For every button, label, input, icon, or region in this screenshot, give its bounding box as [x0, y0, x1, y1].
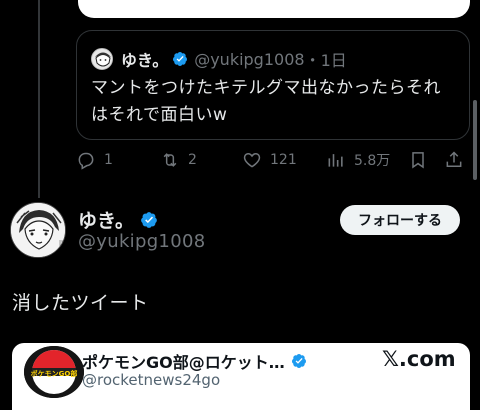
tweet-text: 消したツイート [12, 292, 149, 314]
embed-account-handle[interactable]: @rocketnews24go [82, 371, 220, 389]
avatar[interactable] [91, 48, 113, 70]
thread-connector-line [38, 0, 40, 198]
quoted-tweet-time[interactable]: ・1日 [305, 47, 347, 71]
views-icon [328, 154, 343, 167]
heart-icon [243, 152, 261, 168]
like-button[interactable]: 121 [242, 146, 297, 174]
embed-account-name-text[interactable]: ポケモンGO部@ロケット… [82, 349, 285, 373]
scrollbar-thumb[interactable] [473, 100, 477, 180]
reply-icon [78, 152, 94, 170]
follow-button[interactable]: フォローする [340, 205, 460, 235]
quoted-tweet-text-line: マントをつけたキテルグマ出なかったらそれ [91, 78, 441, 98]
quoted-tweet[interactable]: ゆき。 @yukipg1008 ・1日 マントをつけたキテルグマ出なかったらそれ… [76, 30, 470, 140]
bookmark-button[interactable] [408, 146, 436, 174]
bookmark-icon [412, 152, 424, 169]
tweet-author-handle[interactable]: @yukipg1008 [78, 231, 205, 252]
previous-card[interactable] [78, 0, 470, 18]
x-logo[interactable]: 𝕏.com [382, 347, 456, 371]
share-button[interactable] [444, 146, 472, 174]
views-button[interactable]: 5.8万 [326, 146, 390, 174]
quoted-tweet-text: マントをつけたキテルグマ出なかったらそれ はそれで面白いw [91, 75, 461, 129]
reply-count: 1 [104, 152, 113, 168]
retweet-icon [163, 153, 177, 167]
retweet-button[interactable]: 2 [160, 146, 197, 174]
like-count: 121 [270, 152, 297, 168]
tweet-author-name-text[interactable]: ゆき。 [78, 206, 134, 233]
quoted-tweet-header: ゆき。 @yukipg1008 ・1日 [91, 47, 347, 71]
views-count: 5.8万 [354, 153, 391, 169]
embed-account-logo[interactable]: ポケモンGO部 [24, 346, 84, 398]
embedded-tweet-card[interactable]: ポケモンGO部 ポケモンGO部@ロケット… @rocketnews24go 𝕏.… [12, 343, 470, 410]
quoted-author-name[interactable]: ゆき。 [121, 47, 168, 71]
quoted-tweet-text-line: はそれで面白いw [91, 105, 228, 125]
svg-text:||: || [59, 240, 63, 247]
author-avatar[interactable]: || [10, 202, 66, 258]
tweet-action-bar: 1 2 121 5.8万 [76, 146, 472, 174]
verified-badge-icon [173, 52, 188, 66]
timeline: ゆき。 @yukipg1008 ・1日 マントをつけたキテルグマ出なかったらそれ… [0, 0, 480, 410]
verified-badge-icon [291, 354, 306, 368]
verified-badge-icon [141, 211, 157, 228]
quoted-author-handle[interactable]: @yukipg1008 [194, 50, 304, 69]
retweet-count: 2 [188, 152, 197, 168]
embed-logo-text: ポケモンGO部 [31, 369, 78, 378]
reply-button[interactable]: 1 [76, 146, 113, 174]
embed-account-name[interactable]: ポケモンGO部@ロケット… [82, 349, 313, 373]
tweet-author-name[interactable]: ゆき。 [78, 206, 164, 233]
share-icon [446, 151, 462, 167]
